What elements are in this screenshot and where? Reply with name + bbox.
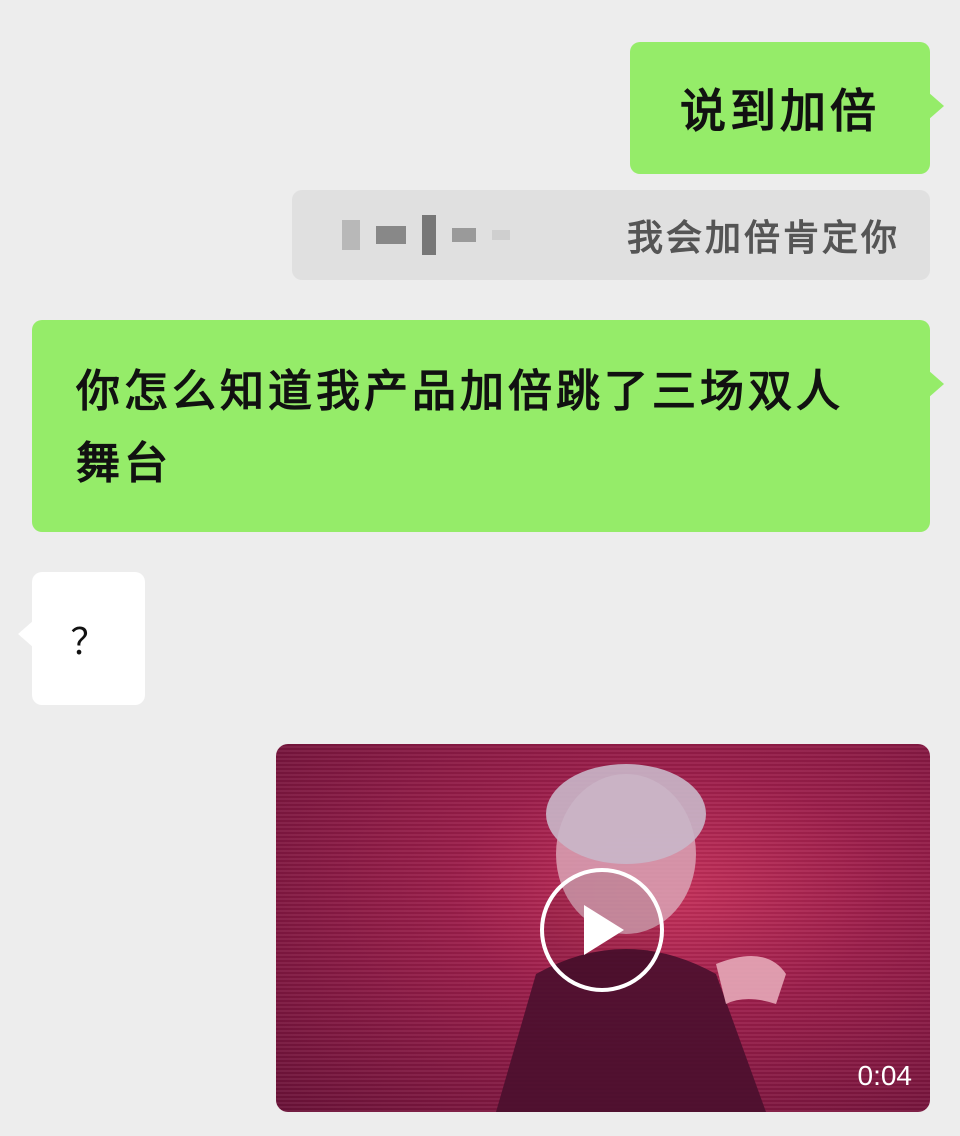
quoted-text: 我会加倍肯定你	[626, 218, 900, 259]
message-text: 你怎么知道我产品加倍跳了三场双人舞台	[76, 366, 844, 489]
sent-message-bubble[interactable]: 说到加倍	[630, 42, 944, 174]
quoted-reply[interactable]: 我会加倍肯定你	[292, 190, 930, 280]
message-text: 说到加倍	[680, 84, 880, 138]
video-duration: 0:04	[857, 1060, 913, 1091]
play-circle-icon	[584, 905, 624, 955]
redacted-sender-name	[342, 210, 542, 260]
play-button[interactable]	[540, 868, 664, 992]
message-text: ？	[70, 621, 107, 663]
video-message[interactable]: 0:04	[276, 744, 930, 1112]
sent-message-bubble[interactable]: 你怎么知道我产品加倍跳了三场双人舞台	[32, 320, 944, 532]
received-message-bubble[interactable]: ？	[18, 572, 145, 705]
